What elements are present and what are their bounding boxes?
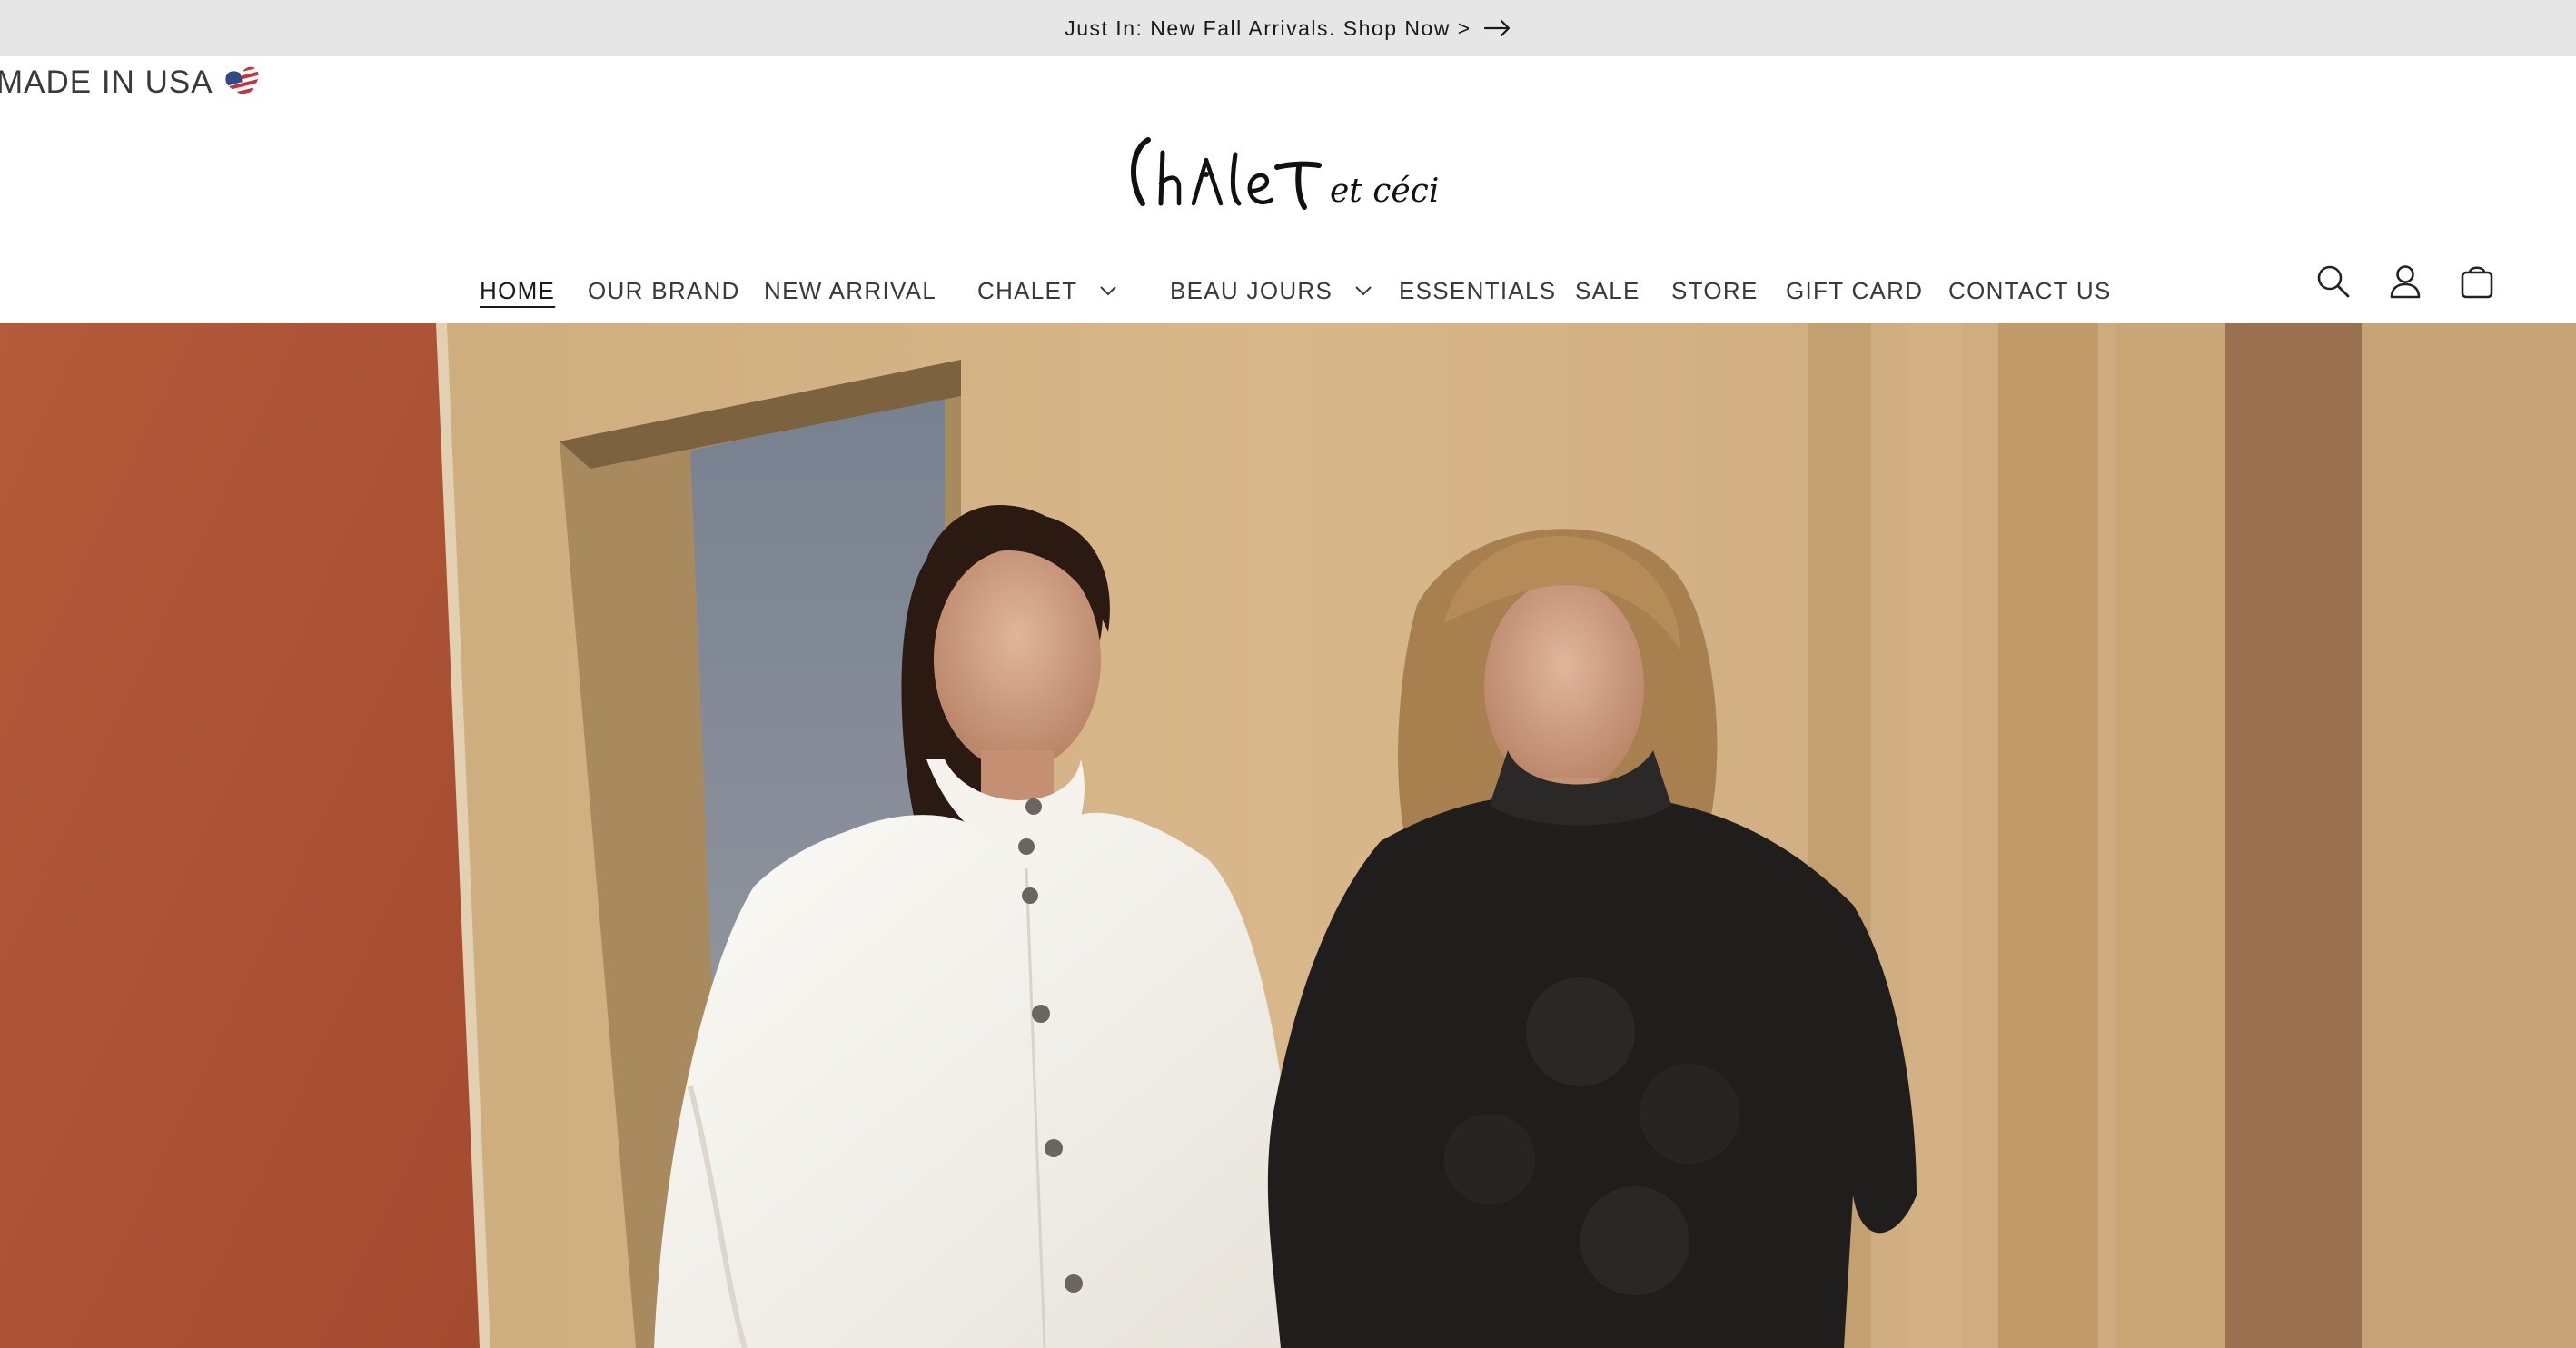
nav-item-label: CHALET: [977, 276, 1078, 304]
us-flag-heart-icon: [223, 66, 263, 99]
announcement-link[interactable]: Just In: New Fall Arrivals. Shop Now >: [1065, 16, 1511, 41]
nav-item-label: BEAU JOURS: [1170, 276, 1333, 304]
hero-banner: [0, 323, 2576, 1348]
account-icon[interactable]: [2389, 264, 2422, 299]
cart-icon[interactable]: [2460, 264, 2494, 299]
nav-item-label: HOME: [480, 276, 556, 304]
chevron-down-icon: [1099, 285, 1117, 296]
chevron-down-icon: [1354, 285, 1372, 296]
made-in-usa-badge: MADE IN USA: [0, 60, 263, 105]
nav-item-gift-card[interactable]: GIFT CARD: [1786, 273, 1923, 309]
nav-item-our-brand[interactable]: OUR BRAND: [588, 273, 740, 309]
nav-item-store[interactable]: STORE: [1671, 273, 1759, 309]
nav-item-essentials[interactable]: ESSENTIALS: [1399, 273, 1556, 309]
announcement-bar: Just In: New Fall Arrivals. Shop Now >: [0, 0, 2576, 56]
arrow-right-icon: [1483, 20, 1511, 36]
main-nav: HOME OUR BRAND NEW ARRIVAL CHALET BEAU J…: [0, 256, 2576, 322]
logo-wordmark: et céci: [1131, 137, 1439, 210]
nav-item-label: OUR BRAND: [588, 276, 740, 304]
nav-item-home[interactable]: HOME: [480, 273, 555, 309]
nav-item-sale[interactable]: SALE: [1575, 273, 1640, 309]
nav-item-label: CONTACT US: [1948, 276, 2112, 304]
announcement-text: Just In: New Fall Arrivals. Shop Now >: [1065, 15, 1471, 40]
nav-item-label: SALE: [1575, 276, 1640, 304]
search-icon[interactable]: [2316, 264, 2351, 299]
nav-item-label: STORE: [1671, 276, 1759, 304]
nav-item-label: NEW ARRIVAL: [764, 276, 937, 304]
nav-item-label: GIFT CARD: [1786, 276, 1924, 304]
nav-item-label: ESSENTIALS: [1399, 276, 1557, 304]
nav-item-new-arrival[interactable]: NEW ARRIVAL: [764, 273, 936, 309]
made-in-usa-label: MADE IN USA: [0, 64, 213, 100]
nav-item-beau-jours[interactable]: BEAU JOURS: [1170, 273, 1372, 309]
hero-image: [0, 323, 2576, 1348]
header-icons: [2316, 256, 2494, 307]
nav-item-chalet[interactable]: CHALET: [977, 273, 1117, 309]
brand-logo[interactable]: et céci: [1123, 127, 1450, 218]
svg-text:et céci: et céci: [1330, 173, 1439, 210]
nav-item-contact-us[interactable]: CONTACT US: [1948, 273, 2112, 309]
